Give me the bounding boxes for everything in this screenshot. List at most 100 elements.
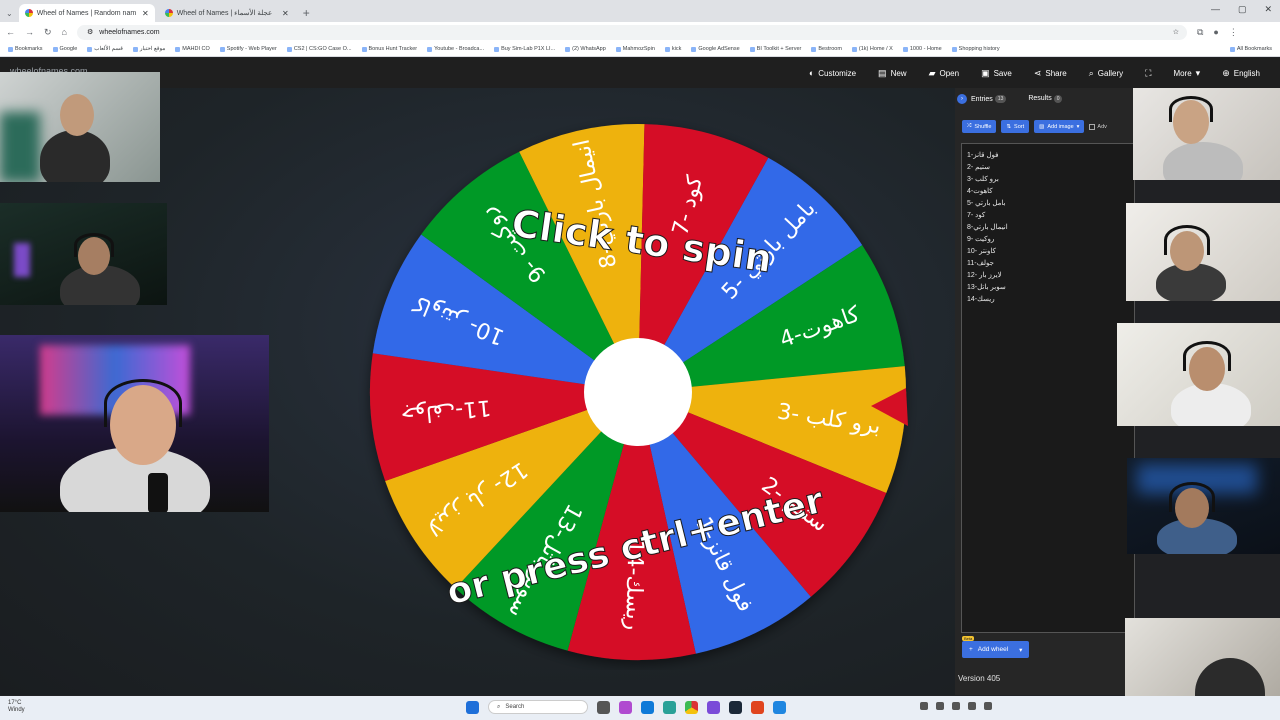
bookmark-icon <box>132 46 138 52</box>
entry-line[interactable]: فول قانز-1 <box>967 150 1129 162</box>
bookmark-item[interactable]: kick <box>664 46 681 52</box>
share-button[interactable]: ⋖ Share <box>1034 68 1067 79</box>
bookmark-item[interactable]: MahmozSpin <box>615 46 655 52</box>
entry-line[interactable]: جولف-11 <box>967 258 1129 270</box>
tray-icon[interactable] <box>920 702 928 710</box>
forward-icon[interactable]: → <box>25 27 34 37</box>
palette-icon: ◐ <box>808 68 815 78</box>
task-view-icon[interactable] <box>597 700 610 714</box>
start-icon[interactable] <box>466 700 479 714</box>
open-button[interactable]: ▰ Open <box>929 68 960 79</box>
language-button[interactable]: ⊕ English <box>1222 68 1260 79</box>
bookmark-item[interactable]: 1000 - Home <box>902 46 942 52</box>
address-bar[interactable]: ⚙ wheelofnames.com ☆ <box>76 24 1187 40</box>
browser-menu-icon[interactable]: ⋮ <box>1229 27 1238 38</box>
bookmark-item[interactable]: (1k) Home / X <box>851 46 893 52</box>
results-count-badge: 0 <box>1053 95 1063 103</box>
add-wheel-button[interactable]: + Add wheel ▾ <box>962 641 1030 658</box>
tray-icon[interactable] <box>968 702 976 710</box>
entry-line[interactable]: روكيت -9 <box>967 234 1129 246</box>
entries-textarea[interactable]: فول قانز-1 ستيم -2 برو كلب -3 كاهوت-4 بامل ب… <box>961 143 1135 633</box>
sort-button[interactable]: ⇅ Sort <box>1001 120 1030 133</box>
entry-line[interactable]: كود -7 <box>967 210 1129 222</box>
close-tab-icon[interactable]: ✕ <box>282 9 289 18</box>
entry-line[interactable]: لايرز بار -12 <box>967 270 1129 282</box>
tray-icon[interactable] <box>952 702 960 710</box>
search-icon: ⌕ <box>497 703 501 710</box>
bookmark-item[interactable]: Spotify - Web Player <box>219 46 277 52</box>
new-tab-icon[interactable]: + <box>303 6 310 20</box>
app-icon[interactable] <box>707 700 720 714</box>
gallery-button[interactable]: ⌕ Gallery <box>1089 68 1123 79</box>
bookmark-item[interactable]: Youtube - Broadca... <box>427 46 484 52</box>
entries-panel: › Entries 13 Results 0 ⤮ Shuffle ⇅ Sort ▨ Add … <box>955 88 1135 695</box>
browser-tab-2[interactable]: Wheel of Names | عجلة الأسماء ✕ <box>159 4 295 22</box>
entry-line[interactable]: انيمال بارتي-8 <box>967 222 1129 234</box>
bookmark-item[interactable]: Bonus Hunt Tracker <box>361 46 417 52</box>
bookmark-item[interactable]: Shopping history <box>951 46 1000 52</box>
fullscreen-icon: ⛶ <box>1145 67 1152 78</box>
profile-icon[interactable]: ● <box>1213 27 1218 37</box>
save-button[interactable]: ▣ Save <box>981 68 1012 79</box>
weather-widget[interactable]: 17°C Windy <box>8 700 25 714</box>
wheel[interactable]: بامل بارتي -5كاهوت-4برو كلب -3ستيم -2فول… <box>358 110 918 670</box>
more-button[interactable]: More ▾ <box>1173 68 1200 79</box>
bookmark-item[interactable]: MAHDI CO <box>175 46 210 52</box>
bookmark-item[interactable]: Bestroom <box>811 46 842 52</box>
close-window-icon[interactable]: ✕ <box>1264 4 1272 15</box>
webcam-feed-7 <box>1127 458 1280 554</box>
entry-line[interactable]: ستيم -2 <box>967 162 1129 174</box>
maximize-icon[interactable]: ▢ <box>1238 4 1247 15</box>
chrome-icon[interactable] <box>685 700 698 714</box>
reload-icon[interactable]: ↻ <box>44 27 52 38</box>
new-button[interactable]: ▤ New <box>878 68 907 79</box>
edge-icon[interactable] <box>641 700 654 714</box>
extensions-icon[interactable]: ⧉ <box>1197 27 1203 38</box>
add-image-button[interactable]: ▨ Add image ▾ <box>1034 120 1085 133</box>
app-icon[interactable] <box>663 700 676 714</box>
collapse-panel-icon[interactable]: › <box>957 94 967 104</box>
site-info-icon[interactable]: ⚙ <box>87 28 93 36</box>
browser-tab-1[interactable]: Wheel of Names | Random nam ✕ <box>18 4 155 22</box>
shuffle-button[interactable]: ⤮ Shuffle <box>962 120 997 133</box>
wheel-favicon-icon <box>164 9 173 17</box>
tab-results[interactable]: Results 0 <box>1028 95 1063 103</box>
minimize-icon[interactable]: — <box>1211 4 1220 15</box>
entry-line[interactable]: كاهوت-4 <box>967 186 1129 198</box>
entry-line[interactable]: برو كلب -3 <box>967 174 1129 186</box>
tab-entries[interactable]: › Entries 13 <box>957 94 1007 104</box>
tray-icon[interactable] <box>936 702 944 710</box>
bookmark-item[interactable]: (2) WhatsApp <box>565 46 606 52</box>
entry-line[interactable]: بامل بارتي -5 <box>967 198 1129 210</box>
entry-line[interactable]: كاونتر -10 <box>967 246 1129 258</box>
bookmark-item[interactable]: Bookmarks <box>8 46 43 52</box>
taskbar-search[interactable]: ⌕ Search <box>488 700 588 714</box>
tray-icon[interactable] <box>984 702 992 710</box>
advanced-checkbox[interactable]: Adv <box>1089 120 1107 133</box>
fullscreen-button[interactable]: ⛶ <box>1145 68 1151 79</box>
entry-line[interactable]: سوبر باتل-13 <box>967 282 1129 294</box>
bookmark-item[interactable]: BI Toolkit + Server <box>749 46 801 52</box>
all-bookmarks[interactable]: All Bookmarks <box>1229 46 1272 52</box>
bookmark-item[interactable]: موقع اختبار <box>132 46 165 52</box>
home-icon[interactable]: ⌂ <box>62 27 67 37</box>
back-icon[interactable]: ← <box>6 27 15 37</box>
bookmark-item[interactable]: قسم الألعاب <box>87 46 123 52</box>
steam-icon[interactable] <box>729 700 742 714</box>
bookmark-item[interactable]: CS2 | CS:GO Case O... <box>286 46 352 52</box>
bookmark-item[interactable]: Google AdSense <box>691 46 740 52</box>
bookmark-icon <box>361 46 367 52</box>
bookmark-item[interactable]: Google <box>52 46 77 52</box>
app-icon[interactable] <box>619 700 632 714</box>
webcam-feed-3 <box>0 335 269 512</box>
entry-line[interactable]: ريسك-14 <box>967 294 1129 306</box>
bookmark-item[interactable]: Buy Sim-Lab P1X LI... <box>494 46 555 52</box>
app-icon[interactable] <box>751 700 764 714</box>
bookmark-star-icon[interactable]: ☆ <box>1173 28 1179 36</box>
app-icon[interactable] <box>773 700 786 714</box>
customize-button[interactable]: ◐ Customize <box>809 68 856 78</box>
wheel-center-hub[interactable] <box>584 338 692 446</box>
tab-title: Wheel of Names | Random nam <box>36 9 137 17</box>
close-tab-icon[interactable]: ✕ <box>142 9 149 18</box>
tab-search-icon[interactable]: ⌄ <box>6 9 13 18</box>
